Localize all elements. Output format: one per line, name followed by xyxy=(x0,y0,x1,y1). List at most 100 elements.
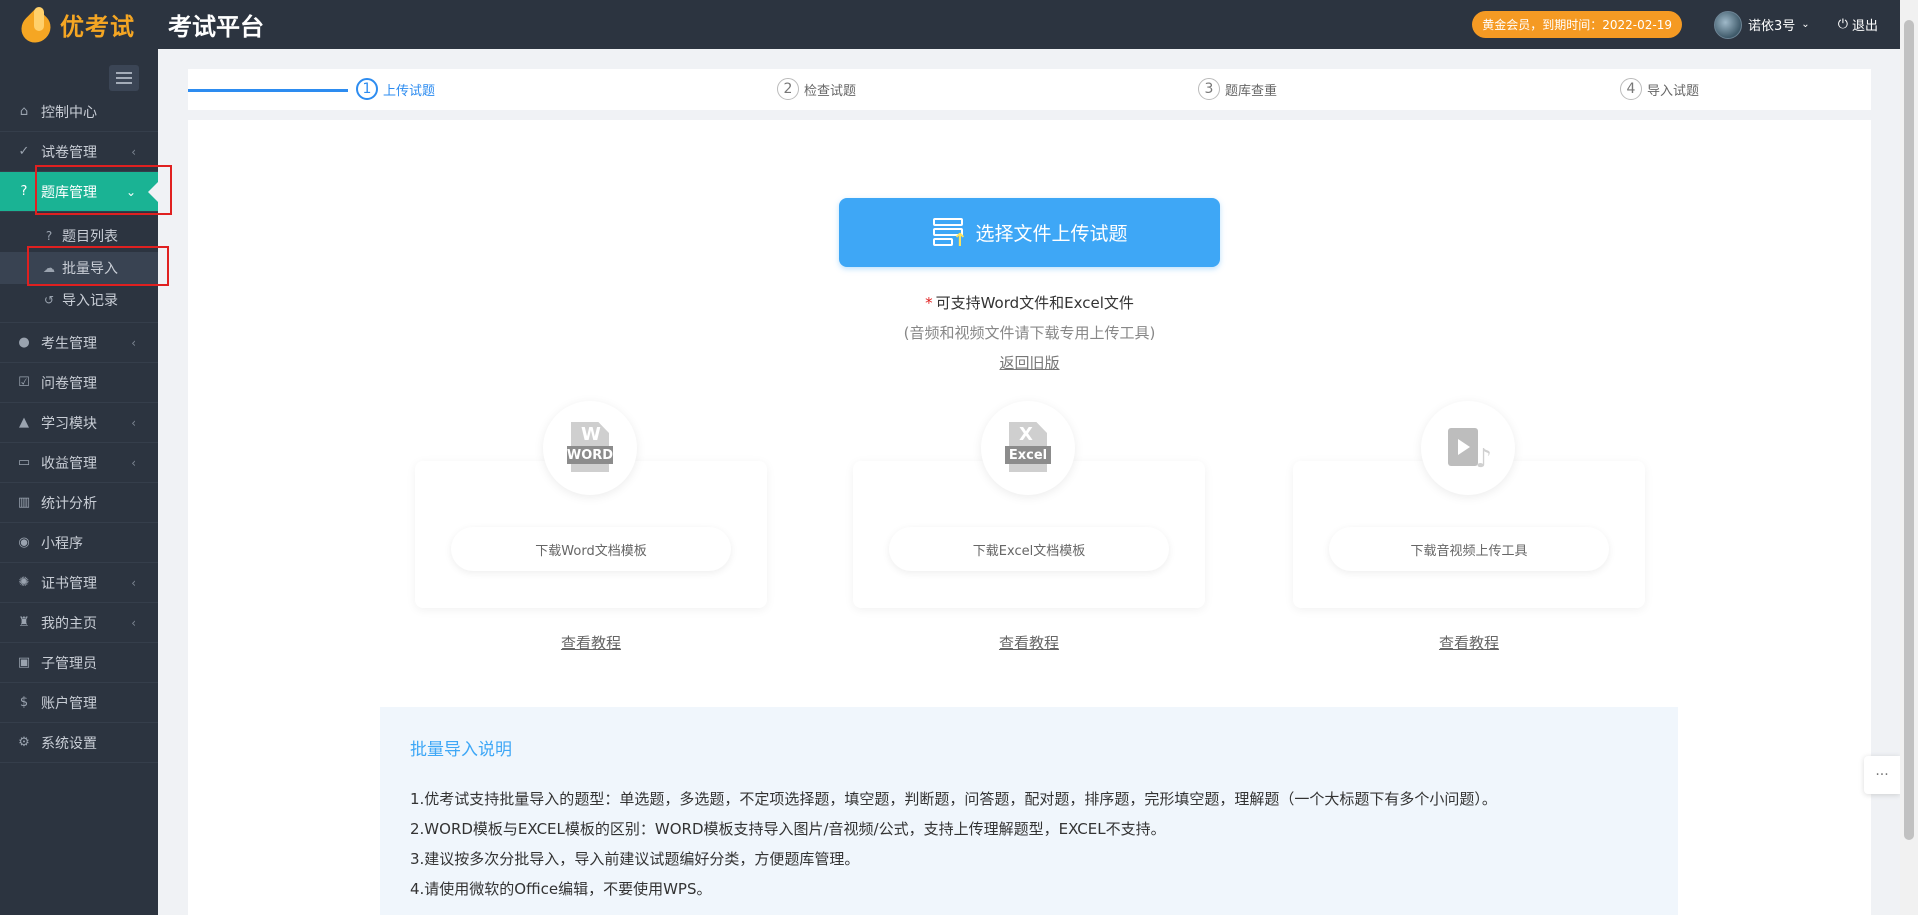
word-icon-circle: W WORD xyxy=(543,401,637,495)
graduation-cap-icon: ▲ xyxy=(19,415,29,430)
support-hint-text: 可支持Word文件和Excel文件 xyxy=(935,294,1134,312)
excel-tutorial-link[interactable]: 查看教程 xyxy=(853,632,1205,653)
word-template-card: W WORD 下载Word文档模板 xyxy=(415,401,767,608)
step-dedupe: 3 题库查重 xyxy=(1198,78,1277,100)
step-number: 2 xyxy=(777,78,799,100)
scrollbar-thumb[interactable] xyxy=(1904,20,1914,840)
top-bar: 优考试 考试平台 黄金会员，到期时间：2022-02-19 诺依3号 ⌄ ⏻ 退… xyxy=(0,0,1900,49)
brand-name: 优考试 xyxy=(60,13,135,41)
bar-chart-icon: ▥ xyxy=(17,495,31,510)
media-icon-circle: ♪ xyxy=(1421,401,1515,495)
sidebar-item-label: 账户管理 xyxy=(41,695,97,712)
member-badge[interactable]: 黄金会员，到期时间：2022-02-19 xyxy=(1472,11,1683,38)
sidebar-item-mini-program[interactable]: ◉ 小程序 xyxy=(0,523,158,563)
instruction-line: 4.请使用微软的Office编辑，不要使用WPS。 xyxy=(410,880,712,898)
sidebar-item-sub-admins[interactable]: ▣ 子管理员 xyxy=(0,643,158,683)
home-icon: ⌂ xyxy=(19,104,29,119)
instruction-line: 2.WORD模板与EXCEL模板的区别：WORD模板支持导入图片/音视频/公式，… xyxy=(410,820,1166,838)
gear-icon: ⚙ xyxy=(18,735,30,750)
sidebar-item-surveys[interactable]: ☑ 问卷管理 xyxy=(0,363,158,403)
step-number: 3 xyxy=(1198,78,1220,100)
step-label: 题库查重 xyxy=(1225,83,1278,99)
chevron-left-icon: ‹ xyxy=(131,415,136,430)
sidebar-item-label: 学习模块 xyxy=(41,415,97,432)
certificate-icon: ✺ xyxy=(18,575,30,590)
sidebar-subitem-import-history[interactable]: ↺ 导入记录 xyxy=(0,284,158,316)
chat-icon[interactable]: ··· xyxy=(1864,756,1900,794)
power-icon[interactable]: ⏻ xyxy=(1838,17,1848,32)
step-label: 导入试题 xyxy=(1647,83,1700,99)
check-circle-icon: ✓ xyxy=(18,144,30,159)
upload-file-button[interactable]: ↑ 选择文件上传试题 xyxy=(839,198,1220,267)
menu-toggle-icon[interactable] xyxy=(109,65,139,91)
instruction-line: 1.优考试支持批量导入的题型：单选题，多选题，不定项选择题，填空题，判断题，问答… xyxy=(410,790,1497,808)
brand[interactable]: 优考试 xyxy=(0,0,158,49)
media-hint: (音频和视频文件请下载专用上传工具) xyxy=(903,324,1156,342)
sidebar-item-label: 小程序 xyxy=(41,535,83,552)
username[interactable]: 诺依3号 xyxy=(1748,15,1795,34)
main-panel: ↑ 选择文件上传试题 * 可支持Word文件和Excel文件 (音频和视频文件请下… xyxy=(188,120,1871,915)
sidebar-item-settings[interactable]: ⚙ 系统设置 xyxy=(0,723,158,763)
step-import: 4 导入试题 xyxy=(1620,78,1699,100)
wechat-icon: ◉ xyxy=(18,535,30,550)
dollar-icon: $ xyxy=(19,695,29,710)
lock-icon: ▣ xyxy=(17,655,31,670)
required-star: * xyxy=(925,294,933,312)
step-upload: 1 上传试题 xyxy=(356,78,435,100)
step-label: 上传试题 xyxy=(383,83,436,99)
chevron-left-icon: ‹ xyxy=(131,335,136,350)
home-page-icon: ♜ xyxy=(18,615,30,630)
sidebar-item-revenue[interactable]: ▭ 收益管理 ‹ xyxy=(0,443,158,483)
word-tutorial-link[interactable]: 查看教程 xyxy=(415,632,767,653)
download-word-template-button[interactable]: 下载Word文档模板 xyxy=(451,527,731,571)
money-icon: ▭ xyxy=(17,455,31,470)
old-version-link[interactable]: 返回旧版 xyxy=(999,354,1059,372)
sidebar-item-dashboard[interactable]: ⌂ 控制中心 xyxy=(0,92,158,132)
sidebar-subitem-label: 题目列表 xyxy=(62,229,118,245)
sidebar-item-label: 问卷管理 xyxy=(41,375,97,392)
sidebar-item-certificates[interactable]: ✺ 证书管理 ‹ xyxy=(0,563,158,603)
sidebar-item-label: 证书管理 xyxy=(41,575,97,592)
upload-server-icon: ↑ xyxy=(931,216,967,250)
history-icon: ↺ xyxy=(43,293,55,307)
download-excel-template-button[interactable]: 下载Excel文档模板 xyxy=(889,527,1169,571)
step-check: 2 检查试题 xyxy=(777,78,856,100)
user-icon: ● xyxy=(18,335,30,350)
logout-link[interactable]: 退出 xyxy=(1852,15,1878,34)
step-number: 4 xyxy=(1620,78,1642,100)
chevron-left-icon: ‹ xyxy=(131,615,136,630)
media-tutorial-link[interactable]: 查看教程 xyxy=(1293,632,1645,653)
sidebar-item-learning[interactable]: ▲ 学习模块 ‹ xyxy=(0,403,158,443)
chevron-left-icon: ‹ xyxy=(131,144,136,159)
sidebar-item-label: 系统设置 xyxy=(41,735,97,752)
question-small-icon: ? xyxy=(45,229,53,243)
steps-progress-track xyxy=(188,89,348,92)
topbar-right: 黄金会员，到期时间：2022-02-19 诺依3号 ⌄ ⏻ 退出 xyxy=(1472,0,1900,49)
download-media-tool-button[interactable]: 下载音视频上传工具 xyxy=(1329,527,1609,571)
logo-icon xyxy=(15,5,57,49)
annotation-box-question-bank xyxy=(35,165,172,215)
sidebar-item-label: 子管理员 xyxy=(41,655,97,672)
upload-file-label: 选择文件上传试题 xyxy=(975,223,1128,245)
support-hint: * 可支持Word文件和Excel文件 xyxy=(188,292,1871,313)
checkbox-icon: ☑ xyxy=(18,375,30,390)
instruction-line: 3.建议按多次分批导入，导入前建议试题编好分类，方便题库管理。 xyxy=(410,850,860,868)
video-music-icon: ♪ xyxy=(1444,424,1492,472)
avatar[interactable] xyxy=(1714,10,1743,39)
sidebar-item-account[interactable]: $ 账户管理 xyxy=(0,683,158,723)
page-scrollbar[interactable] xyxy=(1900,0,1918,915)
old-version-row: 返回旧版 xyxy=(188,352,1871,373)
media-tool-card: ♪ 下载音视频上传工具 xyxy=(1293,401,1645,608)
sidebar-item-label: 考生管理 xyxy=(41,335,97,352)
sidebar-item-label: 控制中心 xyxy=(41,104,97,121)
sidebar-item-my-homepage[interactable]: ♜ 我的主页 ‹ xyxy=(0,603,158,643)
chevron-left-icon: ‹ xyxy=(131,455,136,470)
excel-icon-circle: X Excel xyxy=(981,401,1075,495)
chevron-left-icon: ‹ xyxy=(131,575,136,590)
sidebar-item-statistics[interactable]: ▥ 统计分析 xyxy=(0,483,158,523)
excel-template-card: X Excel 下载Excel文档模板 xyxy=(853,401,1205,608)
sidebar-item-label: 我的主页 xyxy=(41,615,97,632)
sidebar-item-label: 收益管理 xyxy=(41,455,97,472)
chevron-down-icon[interactable]: ⌄ xyxy=(1801,19,1809,30)
sidebar-item-examinees[interactable]: ● 考生管理 ‹ xyxy=(0,323,158,363)
